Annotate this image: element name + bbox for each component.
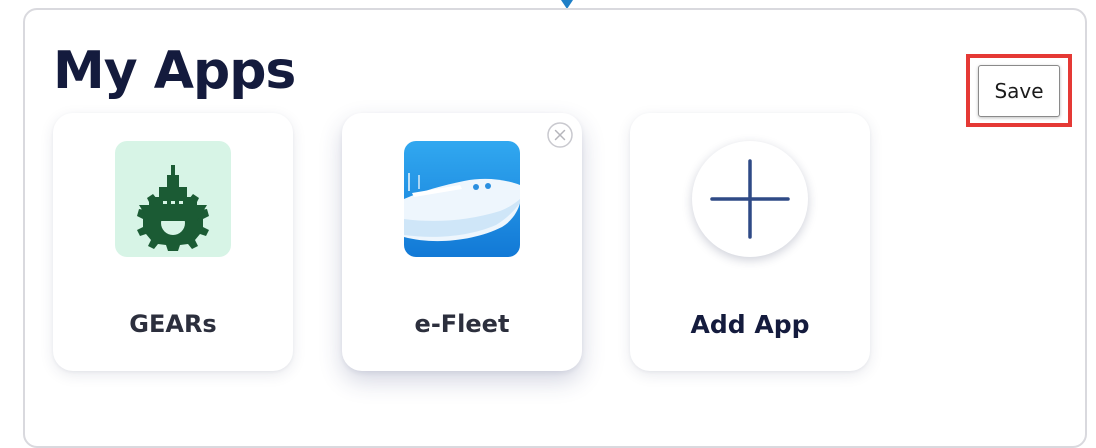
app-card-gears[interactable]: GEARs [53, 113, 293, 371]
add-app-card[interactable]: Add App [630, 113, 870, 371]
app-card-e-fleet[interactable]: e-Fleet [342, 113, 582, 371]
add-app-label: Add App [690, 310, 810, 339]
e-fleet-ship-icon [404, 141, 520, 257]
save-button[interactable]: Save [978, 64, 1060, 117]
add-app-button[interactable] [692, 141, 808, 257]
app-label-e-fleet: e-Fleet [414, 310, 510, 338]
close-icon[interactable] [546, 121, 574, 149]
gears-ship-icon [115, 141, 231, 257]
save-button-highlight: Save [966, 54, 1072, 127]
page-title: My Apps [53, 41, 296, 101]
app-label-gears: GEARs [129, 310, 217, 338]
plus-icon [710, 159, 790, 239]
